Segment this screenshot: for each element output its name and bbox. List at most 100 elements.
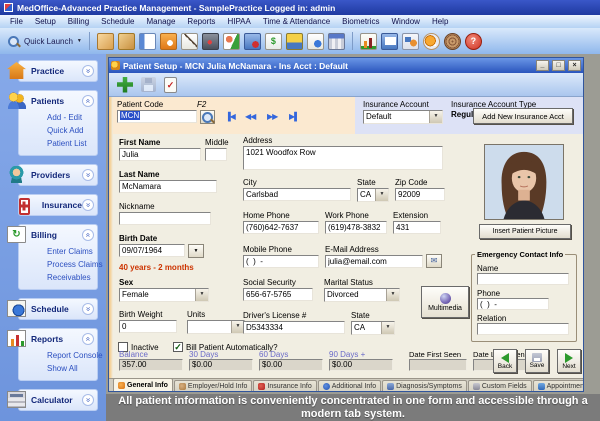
search-icon[interactable] <box>7 35 20 48</box>
sidebar-section-practice[interactable]: Practice » <box>19 61 97 81</box>
menu-billing[interactable]: Billing <box>62 16 95 27</box>
birth-date-dropdown-icon[interactable]: ▼ <box>188 244 204 258</box>
emergency-relation-input[interactable] <box>477 323 569 335</box>
close-button[interactable]: × <box>568 60 581 71</box>
tab-employer-hold-info[interactable]: Employer/Hold Info <box>174 380 253 392</box>
address-input[interactable]: 1021 Woodfox Row <box>243 146 443 170</box>
collapse-chevron-icon[interactable]: » <box>82 95 94 107</box>
first-name-input[interactable] <box>119 148 201 161</box>
menu-help[interactable]: Help <box>426 16 454 27</box>
workstation-icon[interactable] <box>381 33 398 50</box>
previous-record-icon[interactable]: ◀◀ <box>245 112 255 121</box>
autobill-checkbox[interactable]: ✓ <box>173 342 183 352</box>
payments-icon[interactable] <box>286 33 303 50</box>
chevron-down-icon[interactable]: ▼ <box>195 289 208 301</box>
charge-entry-icon[interactable] <box>244 33 261 50</box>
add-new-insurance-button[interactable]: Add New Insurance Acct <box>473 108 573 124</box>
network-users-icon[interactable] <box>402 33 419 50</box>
chevron-down-icon[interactable]: ▼ <box>386 289 399 301</box>
tab-additional-info[interactable]: Additional Info <box>318 380 381 392</box>
expand-chevron-icon[interactable]: » <box>82 303 94 315</box>
sidebar-item-receivables[interactable]: Receivables <box>47 271 97 284</box>
chevron-down-icon[interactable]: ▼ <box>381 322 394 334</box>
menu-time-attendance[interactable]: Time & Attendance <box>257 16 336 27</box>
city-input[interactable] <box>243 188 351 201</box>
sidebar-item-report-console[interactable]: Report Console <box>47 349 97 362</box>
quick-launch-dropdown-icon[interactable]: ▼ <box>77 38 82 44</box>
sidebar-item-process-claims[interactable]: Process Claims <box>47 258 97 271</box>
sidebar-section-insurance[interactable]: Insurance » <box>19 195 97 215</box>
sidebar-item-show-all[interactable]: Show All <box>47 362 97 375</box>
sidebar-item-add-edit[interactable]: Add - Edit <box>47 111 97 124</box>
extension-input[interactable] <box>393 221 441 234</box>
reminders-icon[interactable] <box>423 33 440 50</box>
sidebar-section-schedule[interactable]: Schedule » <box>19 299 97 319</box>
chevron-down-icon[interactable]: ▼ <box>429 111 442 123</box>
cpt-codes-icon[interactable] <box>97 33 114 50</box>
last-name-input[interactable] <box>119 180 217 193</box>
menu-reports[interactable]: Reports <box>181 16 221 27</box>
charts-icon[interactable] <box>360 33 377 50</box>
expand-chevron-icon[interactable]: » <box>82 169 94 181</box>
emergency-name-input[interactable] <box>477 273 569 285</box>
help-icon[interactable]: ? <box>465 33 482 50</box>
menu-setup[interactable]: Setup <box>29 16 62 27</box>
email-input[interactable] <box>325 255 423 268</box>
menu-hipaa[interactable]: HIPAA <box>221 16 256 27</box>
sidebar-item-patient-list[interactable]: Patient List <box>47 137 97 150</box>
emergency-phone-input[interactable] <box>477 298 549 310</box>
next-record-icon[interactable]: ▶▶ <box>267 112 277 121</box>
sidebar-section-patients[interactable]: Patients » <box>19 91 97 111</box>
marital-status-select[interactable]: Divorced ▼ <box>324 288 400 302</box>
birth-date-input[interactable] <box>119 244 185 257</box>
first-record-icon[interactable]: ▐◀ <box>225 112 235 121</box>
save-button[interactable]: Save <box>525 349 549 373</box>
calendar-calculator-icon[interactable] <box>328 33 345 50</box>
quick-launch-label[interactable]: Quick Launch <box>24 37 73 46</box>
tab-appointments[interactable]: Appointments <box>533 380 584 392</box>
patient-transfer-icon[interactable] <box>223 33 240 50</box>
next-button[interactable]: Next <box>557 349 581 373</box>
nickname-input[interactable] <box>119 212 211 225</box>
work-phone-input[interactable] <box>325 221 387 234</box>
tab-diagnosis-symptoms[interactable]: Diagnosis/Symptoms <box>382 380 467 392</box>
patient-card-icon[interactable] <box>139 33 156 50</box>
multimedia-button[interactable]: Multimedia <box>421 286 469 318</box>
add-patient-icon[interactable] <box>117 77 133 93</box>
insert-patient-picture-button[interactable]: Insert Patient Picture <box>479 224 571 239</box>
collapse-chevron-icon[interactable]: » <box>82 333 94 345</box>
statements-icon[interactable]: $ <box>265 33 282 50</box>
middle-input[interactable] <box>205 148 227 161</box>
sidebar-section-billing[interactable]: ↻ Billing » <box>19 225 97 245</box>
icd-codes-icon[interactable] <box>118 33 135 50</box>
tab-general-info[interactable]: General Info <box>113 378 173 392</box>
birth-weight-input[interactable] <box>119 320 177 333</box>
menu-window[interactable]: Window <box>386 16 426 27</box>
expand-chevron-icon[interactable]: » <box>82 199 94 211</box>
menu-schedule[interactable]: Schedule <box>95 16 140 27</box>
tab-insurance-info[interactable]: Insurance Info <box>253 380 316 392</box>
minimize-button[interactable]: _ <box>536 60 549 71</box>
home-phone-input[interactable] <box>243 221 319 234</box>
social-security-input[interactable] <box>243 288 313 301</box>
sidebar-item-enter-claims[interactable]: Enter Claims <box>47 245 97 258</box>
sidebar-section-providers[interactable]: Providers » <box>19 165 97 185</box>
expand-chevron-icon[interactable]: » <box>82 65 94 77</box>
sidebar-section-calculator[interactable]: Calculator » <box>19 390 97 410</box>
patient-code-input[interactable]: MCN <box>117 110 197 123</box>
appointments-icon[interactable] <box>160 33 177 50</box>
state-select[interactable]: CA ▼ <box>357 188 389 202</box>
mobile-phone-input[interactable] <box>243 255 319 268</box>
last-record-icon[interactable]: ▶▌ <box>289 112 299 121</box>
menu-file[interactable]: File <box>4 16 29 27</box>
send-email-icon[interactable]: ✉ <box>426 254 442 268</box>
menu-manage[interactable]: Manage <box>141 16 182 27</box>
patient-search-button[interactable] <box>200 110 215 124</box>
menu-biometrics[interactable]: Biometrics <box>336 16 385 27</box>
biometrics-icon[interactable] <box>444 33 461 50</box>
sidebar-item-quick-add[interactable]: Quick Add <box>47 124 97 137</box>
units-select[interactable]: ▼ <box>187 320 245 334</box>
visit-history-icon[interactable] <box>307 33 324 50</box>
verify-patient-icon[interactable]: ✓ <box>164 77 177 93</box>
camera-icon[interactable] <box>202 33 219 50</box>
